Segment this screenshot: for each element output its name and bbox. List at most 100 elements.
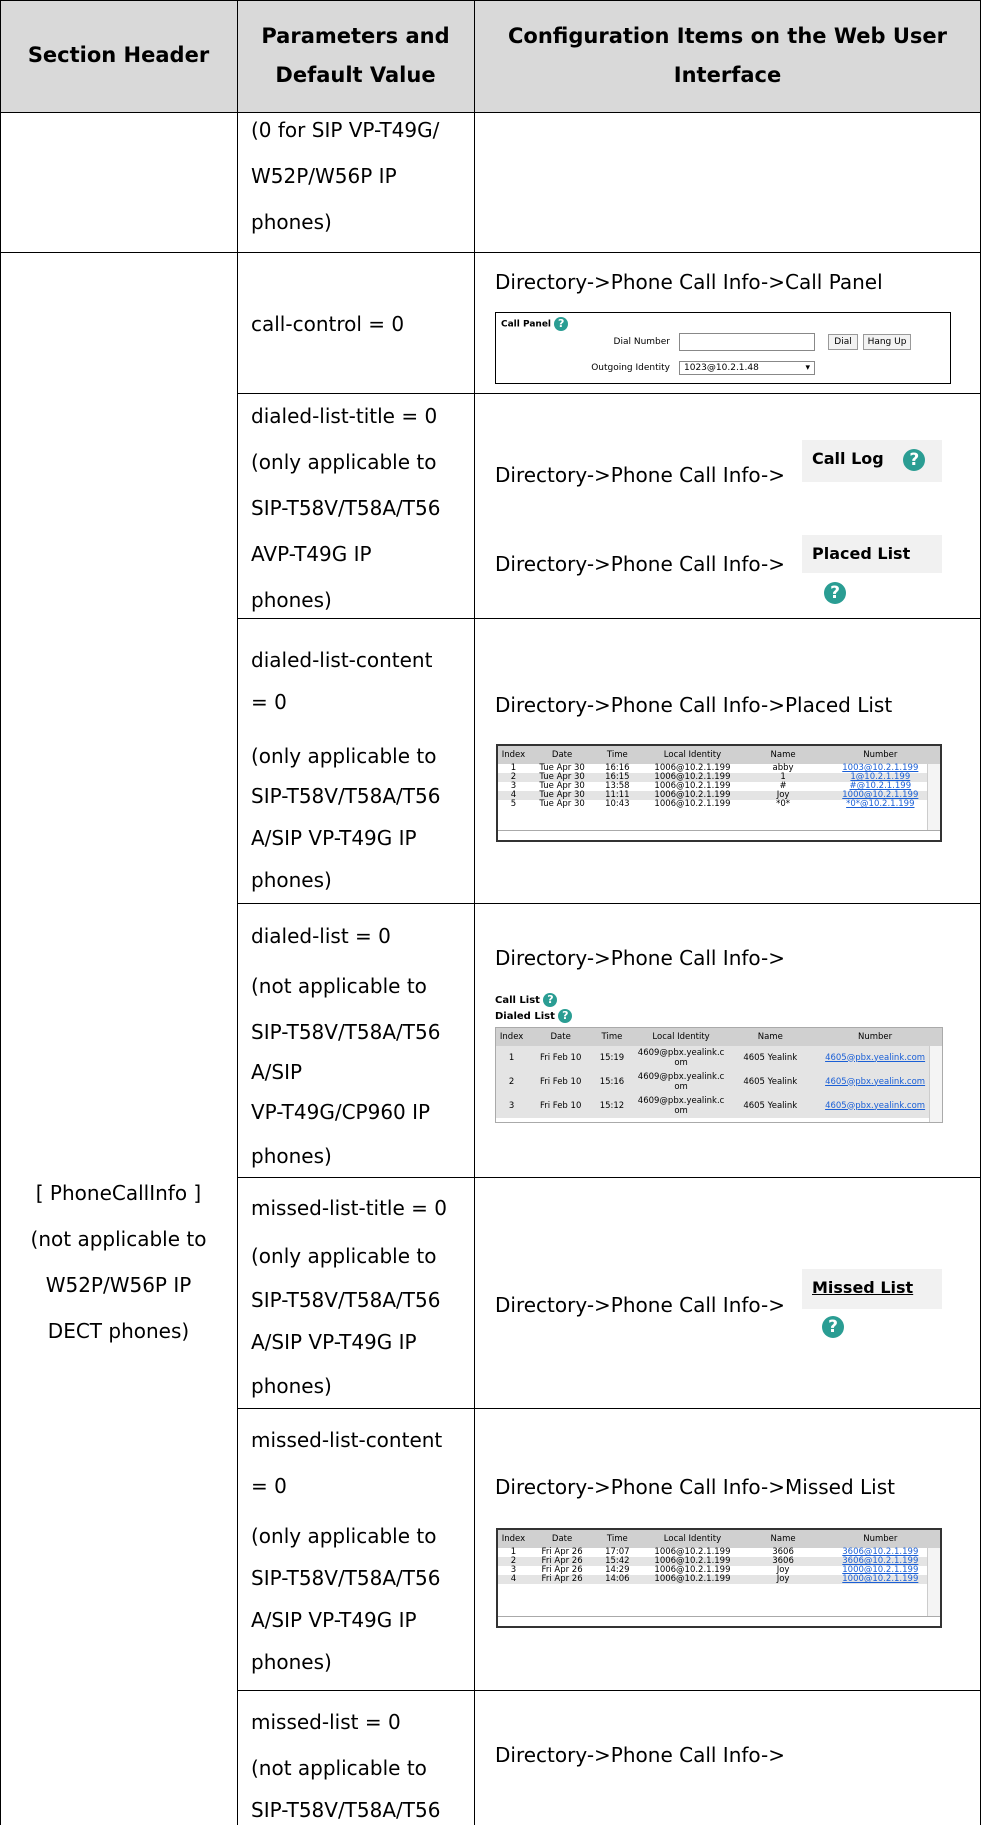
cell: 4609@pbx.yealink.c om (629, 1046, 733, 1070)
placed-list-grid: Index Date Time Local Identity Name Numb… (498, 746, 940, 809)
dial-button[interactable]: Dial (828, 334, 858, 350)
call-panel-title: Call Panel ? (501, 317, 569, 331)
hang-up-button[interactable]: Hang Up (863, 334, 911, 350)
dialed-list-title-text: Dialed List (495, 1011, 555, 1022)
col-date: Date (528, 746, 596, 764)
param-text: A/SIP VP-T49G IP (251, 1330, 417, 1354)
call-list-title-text: Call List (495, 995, 540, 1006)
col-local-identity: Local Identity (639, 1530, 746, 1548)
table-row: 5 Tue Apr 30 10:43 1006@10.2.1.199 *0* *0*@10… (498, 800, 940, 809)
number-link[interactable]: *0*@10.2.1.199 (821, 800, 940, 809)
vertical-scrollbar[interactable] (927, 764, 940, 831)
column-header-parameters: Parameters and Default Value (237, 17, 474, 95)
param-text: phones) (251, 1144, 332, 1168)
column-header-parameters-line1: Parameters and (261, 24, 450, 48)
call-panel-title-text: Call Panel (501, 319, 552, 330)
param-text: phones) (251, 588, 332, 612)
column-header-config: Configuration Items on the Web User Inte… (474, 17, 981, 95)
cell: Joy (745, 1575, 821, 1584)
number-link[interactable]: 1000@10.2.1.199 (820, 1575, 940, 1584)
dial-number-label: Dial Number (613, 337, 670, 347)
column-header-section: Section Header (27, 43, 210, 67)
param-text: (0 for SIP VP-T49G/ (251, 118, 440, 142)
section-line: DECT phones) (47, 1319, 190, 1343)
col-time: Time (595, 746, 640, 764)
col-name: Name (745, 746, 821, 764)
param-text: SIP-T58V/T58A/T56 (251, 1020, 441, 1044)
cell: 10:43 (605, 799, 630, 809)
table-row: 1 Fri Feb 10 15:19 4609@pbx.yealink.c om 460… (496, 1046, 942, 1070)
number-link[interactable]: 4605@pbx.yealink.com (808, 1046, 942, 1070)
vertical-scrollbar[interactable] (929, 1046, 942, 1122)
param-text: missed-list-content (251, 1428, 443, 1452)
horizontal-scrollbar[interactable] (498, 1616, 940, 1626)
param-text: SIP-T58V/T58A/T56 (251, 1566, 441, 1590)
missed-list-title-box: Missed List ? (802, 1269, 942, 1338)
param-text: dialed-list-title = 0 (251, 404, 438, 428)
param-text: SIP-T58V/T58A/T56 (251, 784, 441, 808)
param-text: missed-list-title = 0 (251, 1196, 447, 1220)
dropdown-arrow-icon: ▾ (805, 363, 810, 373)
col-number: Number (820, 746, 940, 764)
number-link[interactable]: 4605@pbx.yealink.com (808, 1094, 942, 1118)
horizontal-scrollbar[interactable] (498, 830, 940, 840)
dialed-list-title: Dialed List ? (495, 1009, 573, 1023)
param-text: SIP-T58V/T58A/T56 (251, 1288, 441, 1312)
cell: 4 (498, 1575, 529, 1584)
col-name: Name (745, 1530, 821, 1548)
col-local-identity: Local Identity (629, 1028, 733, 1046)
dial-number-input[interactable] (679, 333, 815, 351)
help-icon: ? (554, 317, 569, 331)
config-path: Directory->Phone Call Info->Missed List (495, 1475, 895, 1499)
col-number: Number (808, 1028, 942, 1046)
param-text: A/SIP VP-T49G IP (251, 826, 417, 850)
param-text: phones) (251, 210, 332, 234)
config-path: Directory->Phone Call Info->Call Panel (495, 270, 883, 294)
help-icon: ? (824, 581, 846, 604)
param-text: (only applicable to (251, 744, 437, 768)
param-text: = 0 (251, 690, 287, 714)
outgoing-identity-select[interactable]: 1023@10.2.1.48 ▾ (679, 361, 815, 375)
config-path: Directory->Phone Call Info-> (495, 552, 785, 576)
column-header-config-line1: Configuration Items on the Web User (508, 24, 947, 48)
cell: 15:16 (594, 1070, 630, 1094)
param-call-control: call-control = 0 (251, 312, 405, 336)
table-row: 3 Fri Feb 10 15:12 4609@pbx.yealink.c om 460… (496, 1094, 942, 1118)
call-log-title: Call Log (812, 449, 884, 468)
cell: 14:06 (595, 1575, 640, 1584)
config-path: Directory->Phone Call Info-> (495, 946, 785, 970)
cell: 2 (496, 1070, 528, 1094)
placed-list-title-box: Placed List ? (802, 535, 942, 604)
param-text: phones) (251, 1650, 332, 1674)
placed-list-table: Index Date Time Local Identity Name Numb… (496, 744, 942, 842)
col-number: Number (820, 1530, 940, 1548)
vertical-scrollbar[interactable] (927, 1548, 940, 1617)
call-panel-screenshot: Call Panel ? Dial Number Dial Hang Up Ou… (495, 312, 951, 384)
table-row: 4 Fri Apr 26 14:06 1006@10.2.1.199 Joy 1000@1… (498, 1575, 940, 1584)
config-path: Directory->Phone Call Info-> (495, 463, 785, 487)
col-date: Date (528, 1530, 596, 1548)
missed-list-grid: Index Date Time Local Identity Name Numb… (498, 1530, 940, 1584)
cell: 4605 Yealink (732, 1094, 809, 1118)
param-text: phones) (251, 1374, 332, 1398)
param-text: VP-T49G/CP960 IP (251, 1100, 431, 1124)
number-link[interactable]: 4605@pbx.yealink.com (808, 1070, 942, 1094)
param-text: = 0 (251, 1474, 287, 1498)
call-list-title: Call List ? (495, 993, 558, 1007)
col-index: Index (498, 746, 529, 764)
param-text: (not applicable to (251, 974, 427, 998)
param-text: A/SIP (251, 1060, 303, 1084)
section-line: [ PhoneCallInfo ] (35, 1181, 202, 1205)
missed-list-title: Missed List (812, 1278, 914, 1297)
cell: 15:19 (594, 1046, 630, 1070)
col-date: Date (527, 1028, 595, 1046)
cell: 4609@pbx.yealink.c om (629, 1070, 733, 1094)
cell: 5 (510, 799, 517, 809)
param-text: dialed-list = 0 (251, 924, 391, 948)
cell: 1006@10.2.1.199 (639, 1575, 746, 1584)
cell: 4605 Yealink (732, 1046, 809, 1070)
param-text: phones) (251, 868, 332, 892)
column-header-config-line2: Interface (673, 63, 782, 87)
param-text: dialed-list-content (251, 648, 433, 672)
cell: Tue Apr 30 (539, 799, 585, 809)
